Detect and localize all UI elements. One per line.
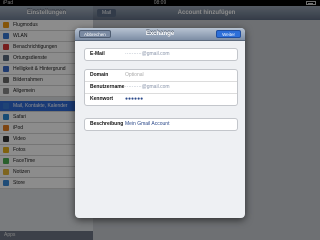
description-label: Beschreibung: [90, 121, 124, 127]
email-field[interactable]: ··········@gmail.com: [125, 49, 170, 60]
description-group: Beschreibung Mein Gmail Account: [84, 118, 238, 131]
password-row[interactable]: Kennwort ●●●●●●: [85, 94, 237, 105]
email-group: E-Mail ··········@gmail.com: [84, 48, 238, 61]
password-field[interactable]: ●●●●●●: [125, 94, 143, 105]
description-field[interactable]: Mein Gmail Account: [125, 119, 169, 130]
domain-field[interactable]: Optional: [125, 70, 144, 81]
username-row[interactable]: Benutzername ··········@gmail.com: [85, 82, 237, 94]
email-row[interactable]: E-Mail ··········@gmail.com: [85, 49, 237, 60]
modal-header: Abbrechen Exchange Weiter: [75, 28, 245, 41]
email-label: E-Mail: [90, 51, 105, 57]
credentials-group: Domain Optional Benutzername ··········@…: [84, 69, 238, 106]
domain-label: Domain: [90, 72, 109, 78]
exchange-modal: Abbrechen Exchange Weiter E-Mail ·······…: [75, 28, 245, 218]
next-button[interactable]: Weiter: [216, 30, 241, 38]
username-label: Benutzername: [90, 84, 125, 90]
password-label: Kennwort: [90, 96, 114, 102]
username-field[interactable]: ··········@gmail.com: [125, 82, 170, 93]
domain-row[interactable]: Domain Optional: [85, 70, 237, 82]
description-row[interactable]: Beschreibung Mein Gmail Account: [85, 119, 237, 130]
